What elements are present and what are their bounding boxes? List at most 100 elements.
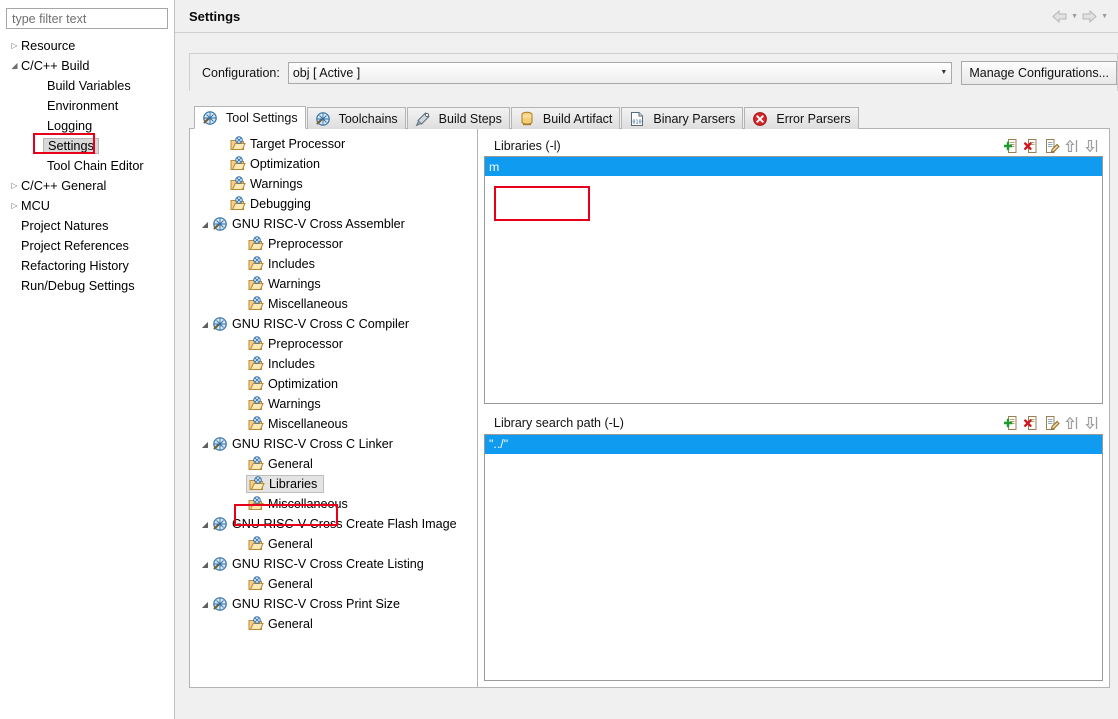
tool-tree-item[interactable]: General (190, 574, 477, 594)
edit-icon[interactable] (1044, 138, 1060, 154)
sidebar-item-build-variables[interactable]: Build Variables (0, 76, 174, 96)
tool-tree-item[interactable]: Miscellaneous (190, 294, 477, 314)
tool-tree-item[interactable]: General (190, 614, 477, 634)
chevron-expanded-icon[interactable] (198, 560, 212, 569)
tool-tree-item[interactable]: Miscellaneous (190, 414, 477, 434)
filter-input[interactable]: type filter text (6, 8, 168, 29)
chevron-collapsed-icon[interactable] (8, 182, 21, 190)
move-up-icon[interactable] (1064, 138, 1080, 154)
tool-icon (212, 316, 228, 332)
option-list-box[interactable]: "../" (484, 433, 1103, 681)
back-arrow-icon[interactable] (1051, 9, 1068, 24)
tab-label: Tool Settings (226, 110, 298, 125)
tool-tree-item-content: Preprocessor (248, 336, 343, 352)
chevron-expanded-icon[interactable] (198, 440, 212, 449)
tab-label: Binary Parsers (653, 111, 736, 126)
option-folder-icon (248, 236, 264, 252)
tool-tree-item[interactable]: Preprocessor (190, 234, 477, 254)
chevron-expanded-icon[interactable] (198, 600, 212, 609)
tab-build-steps[interactable]: Build Steps (406, 107, 510, 129)
filter-placeholder: type filter text (12, 11, 87, 26)
configuration-value: obj [ Active ] (292, 65, 361, 80)
tool-icon (212, 436, 228, 452)
tool-tree-item[interactable]: Optimization (190, 374, 477, 394)
tool-tree-item[interactable]: Warnings (190, 274, 477, 294)
edit-icon[interactable] (1044, 415, 1060, 431)
add-icon[interactable] (1004, 415, 1020, 431)
chevron-down-icon[interactable]: ▼ (936, 63, 951, 83)
tab-error-parsers[interactable]: Error Parsers (744, 107, 859, 129)
move-down-icon[interactable] (1084, 415, 1100, 431)
tool-tree-item[interactable]: GNU RISC-V Cross Assembler (190, 214, 477, 234)
tool-tree-item[interactable]: GNU RISC-V Cross C Compiler (190, 314, 477, 334)
sidebar-item-settings[interactable]: Settings (0, 136, 174, 156)
tool-tree-item-content: GNU RISC-V Cross C Compiler (212, 316, 409, 332)
option-list-box[interactable]: m (484, 156, 1103, 404)
tab-toolchains[interactable]: Toolchains (306, 107, 406, 129)
chevron-expanded-icon[interactable] (198, 220, 212, 229)
delete-icon[interactable] (1024, 415, 1040, 431)
tool-tree-item[interactable]: GNU RISC-V Cross Create Listing (190, 554, 477, 574)
move-up-icon[interactable] (1064, 415, 1080, 431)
tool-tree-item[interactable]: Target Processor (190, 134, 477, 154)
svg-text:010: 010 (633, 119, 642, 125)
sidebar-item-label: C/C++ General (21, 179, 107, 193)
forward-dropdown-icon[interactable]: ▼ (1101, 13, 1108, 20)
tool-tree-item[interactable]: General (190, 454, 477, 474)
tool-tree-item[interactable]: General (190, 534, 477, 554)
sidebar-item-resource[interactable]: Resource (0, 36, 174, 56)
tab-binary-parsers[interactable]: 010 Binary Parsers (621, 107, 744, 129)
tab-build-artifact[interactable]: Build Artifact (510, 107, 621, 129)
tool-tree-item[interactable]: Libraries (190, 474, 477, 494)
sidebar-item-logging[interactable]: Logging (0, 116, 174, 136)
tool-tree-item[interactable]: Includes (190, 354, 477, 374)
option-folder-icon (230, 176, 246, 192)
sidebar-item-label: C/C++ Build (21, 59, 90, 73)
tool-tree-item-label: Miscellaneous (268, 417, 348, 431)
tool-tree-item-content: General (248, 616, 313, 632)
tab-tool-settings[interactable]: Tool Settings (194, 106, 306, 129)
sidebar-item-refactoring-history[interactable]: Refactoring History (0, 256, 174, 276)
forward-arrow-icon[interactable] (1081, 9, 1098, 24)
add-icon[interactable] (1004, 138, 1020, 154)
sidebar-item-project-references[interactable]: Project References (0, 236, 174, 256)
sidebar-item-environment[interactable]: Environment (0, 96, 174, 116)
tool-tree-item[interactable]: Miscellaneous (190, 494, 477, 514)
tool-tree-item[interactable]: GNU RISC-V Cross C Linker (190, 434, 477, 454)
tool-settings-icon (202, 110, 218, 126)
tool-tree-item[interactable]: Optimization (190, 154, 477, 174)
back-dropdown-icon[interactable]: ▼ (1071, 13, 1078, 20)
tool-tree-item[interactable]: GNU RISC-V Cross Create Flash Image (190, 514, 477, 534)
chevron-expanded-icon[interactable] (198, 520, 212, 529)
tool-tree-item[interactable]: Debugging (190, 194, 477, 214)
tool-tree-item-label: Miscellaneous (268, 497, 348, 511)
chevron-collapsed-icon[interactable] (8, 42, 21, 50)
settings-main-panel: Settings ▼ ▼ Configuration: obj [ Active… (175, 0, 1118, 719)
tool-tree-item[interactable]: GNU RISC-V Cross Print Size (190, 594, 477, 614)
chevron-expanded-icon[interactable] (198, 320, 212, 329)
tool-tree-item[interactable]: Warnings (190, 174, 477, 194)
move-down-icon[interactable] (1084, 138, 1100, 154)
configuration-select[interactable]: obj [ Active ] ▼ (287, 61, 953, 84)
tool-tree-item[interactable]: Includes (190, 254, 477, 274)
list-item-value: m (489, 159, 500, 174)
list-item[interactable]: "../" (485, 434, 1102, 454)
chevron-expanded-icon[interactable] (8, 62, 21, 70)
delete-icon[interactable] (1024, 138, 1040, 154)
tool-tree-item-content: Miscellaneous (248, 416, 348, 432)
sidebar-item-tool-chain-editor[interactable]: Tool Chain Editor (0, 156, 174, 176)
tool-tree-item-label: Target Processor (250, 137, 346, 151)
sidebar-item-c-c-build[interactable]: C/C++ Build (0, 56, 174, 76)
sidebar-item-c-c-general[interactable]: C/C++ General (0, 176, 174, 196)
sidebar-item-mcu[interactable]: MCU (0, 196, 174, 216)
tool-tree-selected-item: Libraries (246, 475, 325, 493)
list-item[interactable]: m (485, 157, 1102, 176)
tool-tree-item[interactable]: Preprocessor (190, 334, 477, 354)
chevron-collapsed-icon[interactable] (8, 202, 21, 210)
sidebar-item-project-natures[interactable]: Project Natures (0, 216, 174, 236)
manage-configurations-button[interactable]: Manage Configurations... (961, 60, 1117, 85)
sidebar-item-run-debug-settings[interactable]: Run/Debug Settings (0, 276, 174, 296)
option-list-title: Libraries (-l) (494, 138, 561, 153)
tool-tree-item[interactable]: Warnings (190, 394, 477, 414)
configuration-group: Configuration: obj [ Active ] ▼ Manage C… (189, 53, 1118, 91)
